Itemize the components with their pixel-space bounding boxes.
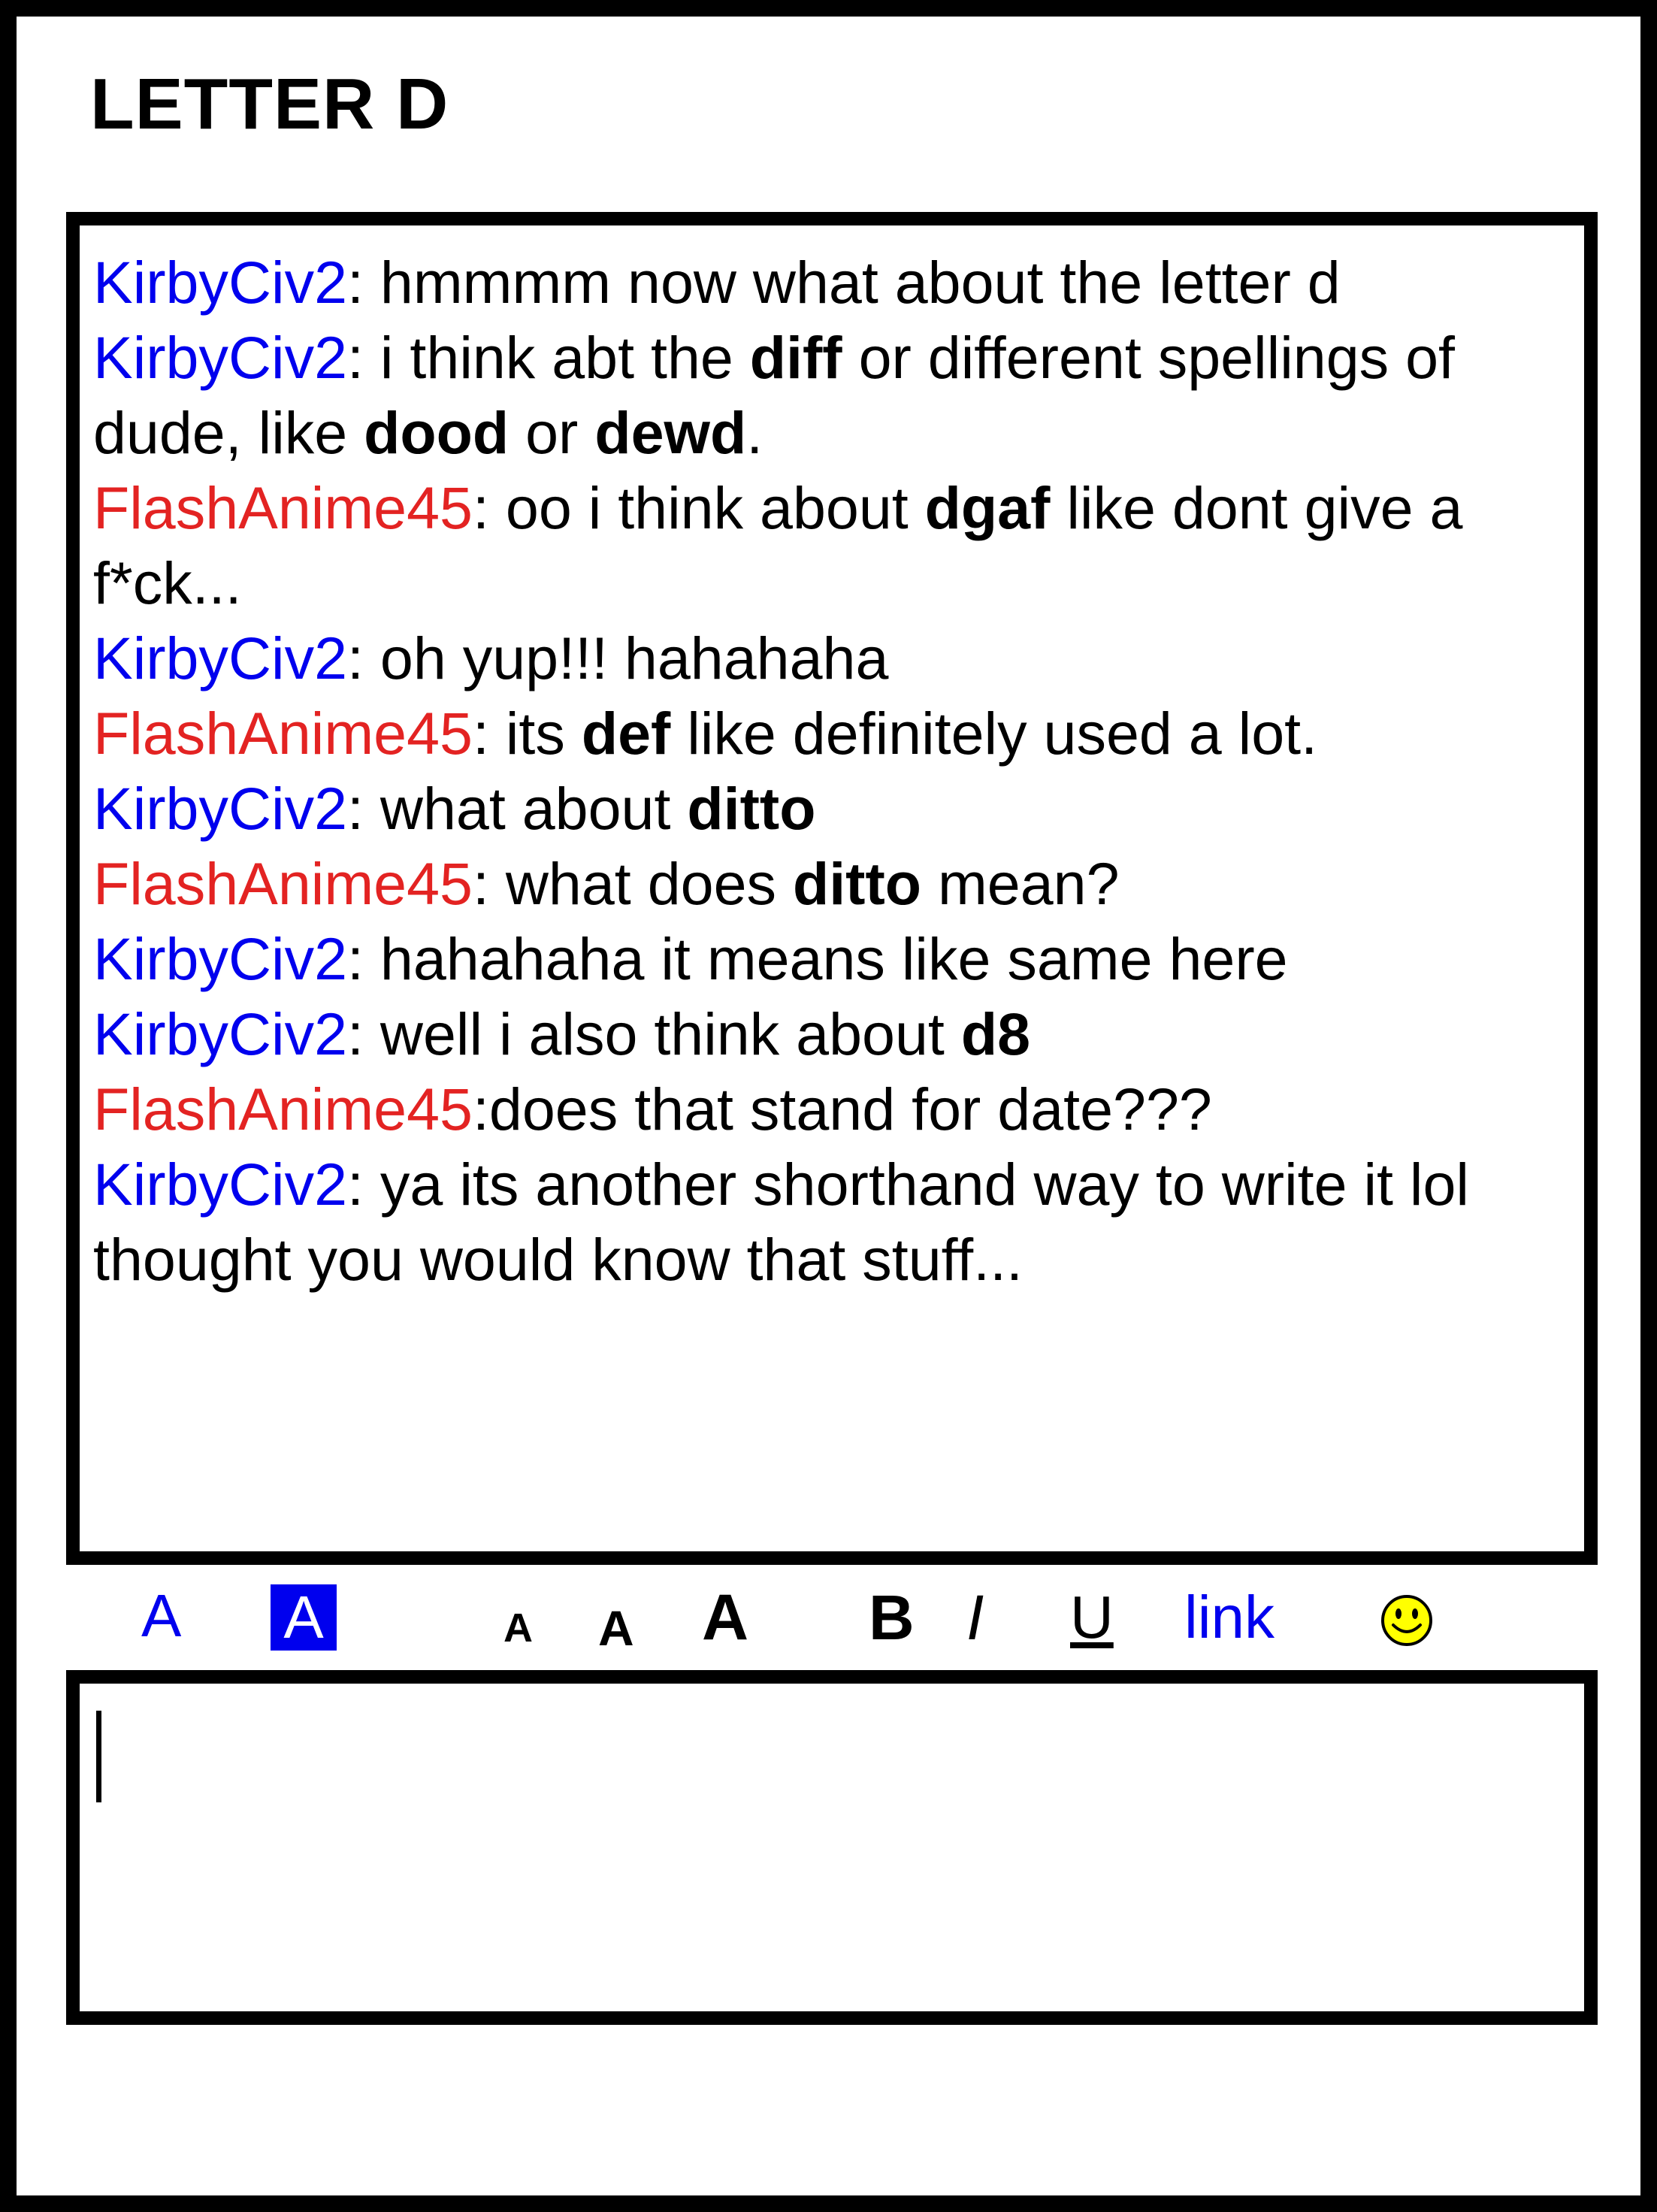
chat-username: KirbyCiv2	[93, 1000, 348, 1067]
chat-text: : i think abt the	[347, 324, 750, 391]
chat-message: FlashAnime45: what does ditto mean?	[93, 846, 1584, 921]
insert-link-button[interactable]: link	[1184, 1581, 1274, 1654]
chat-bold-term: dewd	[594, 399, 747, 466]
chat-text: : ya its another shorthand way to write …	[347, 1151, 1469, 1218]
chat-bold-term: diff	[749, 324, 842, 391]
chat-message: FlashAnime45:does that stand for date???	[93, 1072, 1584, 1147]
chat-username: KirbyCiv2	[93, 925, 348, 992]
smiley-icon-graphic	[1381, 1595, 1432, 1646]
chat-username: KirbyCiv2	[93, 775, 348, 842]
chat-log: KirbyCiv2: hmmmm now what about the lett…	[66, 212, 1598, 1565]
chat-bold-term: d8	[960, 1000, 1031, 1067]
chat-bold-term: dood	[364, 399, 509, 466]
chat-text: : well i also think about	[347, 1000, 961, 1067]
chat-message: KirbyCiv2: well i also think about d8	[93, 997, 1584, 1072]
chat-message: KirbyCiv2: ya its another shorthand way …	[93, 1147, 1584, 1297]
chat-text: : hmmmm now what about the letter d	[347, 249, 1341, 316]
chat-message: KirbyCiv2: oh yup!!! hahahaha	[93, 621, 1584, 696]
chat-bold-term: ditto	[687, 775, 816, 842]
chat-text: : its	[472, 700, 582, 767]
chat-bold-term: def	[581, 700, 671, 767]
text-color-button[interactable]: A	[141, 1580, 181, 1652]
chat-message: KirbyCiv2: hmmmm now what about the lett…	[93, 245, 1584, 320]
chat-text: f*ck...	[93, 549, 242, 616]
chat-message: KirbyCiv2: i think abt the diff or diffe…	[93, 320, 1584, 471]
chat-text: : what does	[472, 850, 793, 917]
font-size-small-button[interactable]: A	[503, 1605, 533, 1651]
chat-text: mean?	[921, 850, 1120, 917]
chat-bold-term: ditto	[792, 850, 922, 917]
chat-username: FlashAnime45	[93, 700, 473, 767]
chat-text: or different spellings of	[842, 324, 1455, 391]
chat-message: FlashAnime45: oo i think about dgaf like…	[93, 471, 1584, 621]
chat-text: :does that stand for date???	[472, 1076, 1212, 1142]
font-size-large-button[interactable]: A	[702, 1581, 748, 1654]
message-input[interactable]	[66, 1670, 1598, 2025]
bold-button[interactable]: B	[869, 1581, 915, 1654]
chat-text: dude, like	[93, 399, 364, 466]
smiley-icon[interactable]	[1380, 1593, 1434, 1648]
format-toolbar: A A A A A B I U link	[0, 1575, 1657, 1666]
chat-message: FlashAnime45: its def like definitely us…	[93, 696, 1584, 771]
chat-username: KirbyCiv2	[93, 249, 348, 316]
chat-username: FlashAnime45	[93, 850, 473, 917]
font-size-medium-button[interactable]: A	[598, 1601, 634, 1655]
chat-username: KirbyCiv2	[93, 625, 348, 691]
chat-text: : what about	[347, 775, 688, 842]
chat-bold-term: dgaf	[924, 474, 1051, 541]
chat-text: .	[746, 399, 763, 466]
chat-text: or	[509, 399, 595, 466]
chat-text: thought you would know that stuff...	[93, 1226, 1023, 1293]
page-title: LETTER D	[90, 64, 449, 144]
chat-message: KirbyCiv2: what about ditto	[93, 771, 1584, 846]
chat-username: FlashAnime45	[93, 1076, 473, 1142]
background-color-button[interactable]: A	[271, 1584, 337, 1651]
chat-username: KirbyCiv2	[93, 324, 348, 391]
chat-text: : oo i think about	[472, 474, 925, 541]
text-cursor	[96, 1711, 101, 1802]
chat-username: FlashAnime45	[93, 474, 473, 541]
chat-text: like dont give a	[1050, 474, 1463, 541]
italic-button[interactable]: I	[966, 1581, 984, 1654]
chat-username: KirbyCiv2	[93, 1151, 348, 1218]
chat-message: KirbyCiv2: hahahaha it means like same h…	[93, 921, 1584, 997]
chat-text: : oh yup!!! hahahaha	[347, 625, 889, 691]
chat-text: like definitely used a lot.	[670, 700, 1318, 767]
chat-text: : hahahaha it means like same here	[347, 925, 1288, 992]
underline-button[interactable]: U	[1070, 1581, 1114, 1654]
